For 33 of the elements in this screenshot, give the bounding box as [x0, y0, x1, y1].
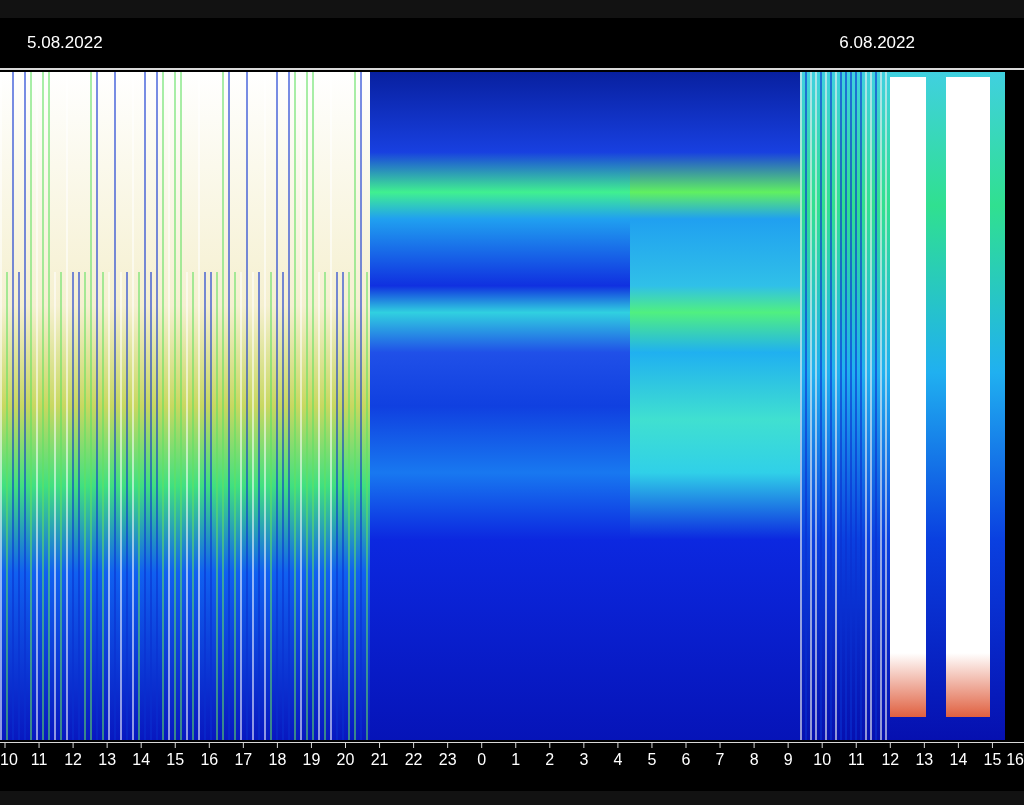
- hour-label: 12: [881, 751, 900, 768]
- date-label: 5.08.2022: [27, 32, 103, 55]
- hour-label: 16: [1006, 751, 1024, 768]
- hour-label: 1: [511, 751, 521, 768]
- hour-label: 17: [234, 751, 253, 768]
- hour-label: 16: [200, 751, 219, 768]
- hour-label: 6: [681, 751, 691, 768]
- hour-label: 4: [613, 751, 623, 768]
- hour-label: 15: [166, 751, 185, 768]
- hour-label: 20: [336, 751, 355, 768]
- hour-label: 15: [983, 751, 1002, 768]
- date-label: 6.08.2022: [839, 32, 915, 55]
- hour-label: 23: [438, 751, 457, 768]
- hour-label: 9: [783, 751, 793, 768]
- hour-label: 13: [915, 751, 934, 768]
- hour-label: 2: [545, 751, 555, 768]
- hour-label: 11: [847, 751, 865, 768]
- hour-label: 5: [647, 751, 657, 768]
- hour-label: 0: [477, 751, 487, 768]
- hour-label: 12: [64, 751, 82, 768]
- hour-label: 10: [813, 751, 832, 768]
- hour-label: 21: [370, 751, 389, 768]
- hour-label: 11: [30, 751, 48, 768]
- hour-label: 18: [268, 751, 287, 768]
- hour-label: 14: [132, 751, 151, 768]
- hour-label: 3: [579, 751, 589, 768]
- hour-label: 22: [404, 751, 423, 768]
- hour-label: 14: [949, 751, 968, 768]
- hour-label: 8: [749, 751, 759, 768]
- hour-label: 19: [302, 751, 321, 768]
- hour-label: 13: [98, 751, 117, 768]
- hour-label: 7: [715, 751, 725, 768]
- hour-label: 10: [0, 751, 18, 768]
